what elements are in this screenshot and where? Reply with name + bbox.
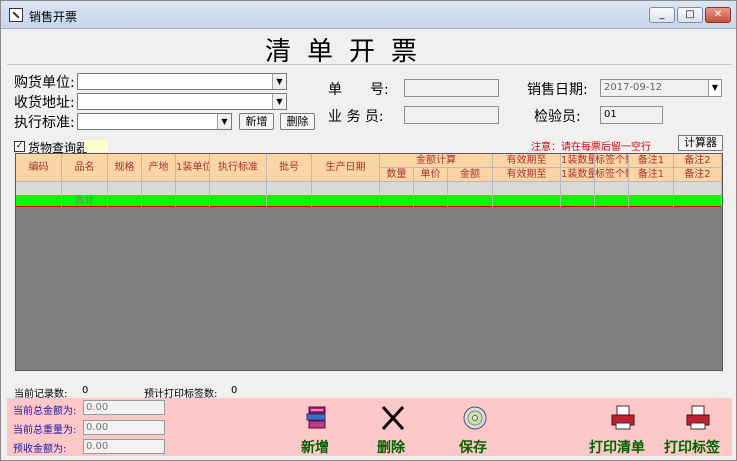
col-header-pack-qty-top: 1装数量 [561,154,595,168]
col-header-amount-group: 金额计算 [380,154,493,168]
goods-query-checkbox[interactable]: ✓ [14,141,25,152]
sales-invoice-window: 销售开票 _ □ ✕ 清单开票 购货单位: ▼ 收货地址: ▼ 执行标准: ▼ … [0,0,737,461]
col-header-amount[interactable]: 金额 [448,168,493,182]
col-header-remark1-top: 备注1 [629,154,674,168]
inspector-field[interactable]: 01 [600,106,663,124]
chevron-down-icon[interactable]: ▼ [217,114,231,129]
record-count-value: 0 [82,385,89,396]
add-standard-button[interactable]: 新增 [239,113,274,130]
col-header-prod-date[interactable]: 生产日期 [312,154,380,182]
print-list-label: 打印清单 [589,440,645,456]
total-weight-label: 当前总重量为: [13,425,77,436]
app-icon [9,8,23,22]
print-list-button[interactable]: 打印清单 [587,405,659,456]
chevron-down-icon[interactable]: ▼ [272,94,286,109]
window-title: 销售开票 [29,10,78,24]
print-label-button[interactable]: 打印标签 [662,405,734,456]
address-label: 收货地址: [14,95,75,111]
col-header-qty[interactable]: 数量 [380,168,414,182]
calculator-button[interactable]: 计算器 [678,135,723,151]
bottom-panel: 当前总金额为: 0.00 当前总重量为: 0.00 预收金额为: 0.00 新增… [7,398,732,456]
col-header-sticker[interactable]: 标签个数 [595,168,629,182]
col-header-expiry-top: 有效期至 [493,154,561,168]
col-header-pack-unit[interactable]: 1装单位 [176,154,210,182]
total-label: 合计 [62,195,108,207]
delete-standard-button[interactable]: 删除 [280,113,315,130]
title-panel: 清单开票 [7,29,732,67]
save-label: 保存 [459,440,487,456]
doc-no-field[interactable] [404,79,499,97]
printer-icon [686,405,710,430]
total-amount-field[interactable]: 0.00 [83,400,165,415]
sale-date-value: 2017-09-12 [604,82,663,93]
delete-label: 删除 [377,440,405,456]
close-button[interactable]: ✕ [705,7,731,23]
total-amount-label: 当前总金额为: [13,406,77,417]
maximize-button[interactable]: □ [677,7,703,23]
buyer-label: 购货单位: [14,75,75,91]
add-button[interactable]: 新增 [297,405,337,456]
col-header-expiry[interactable]: 有效期至 [493,168,561,182]
table-row[interactable] [16,182,722,195]
col-header-price[interactable]: 单价 [414,168,448,182]
invoice-grid[interactable]: 编码 品名 规格 产地 1装单位 执行标准 批号 生产日期 金额计算 数量 单价… [15,153,723,371]
total-weight-field[interactable]: 0.00 [83,420,165,435]
delete-button[interactable]: 删除 [373,405,413,456]
col-header-name[interactable]: 品名 [62,154,108,182]
prepaid-field[interactable]: 0.00 [83,439,165,454]
col-header-remark2-top: 备注2 [674,154,722,168]
add-label: 新增 [301,440,329,456]
col-header-batch[interactable]: 批号 [267,154,312,182]
sale-date-field[interactable]: 2017-09-12 ▼ [600,79,722,97]
address-combo[interactable]: ▼ [77,93,287,110]
col-header-pack-qty[interactable]: 1装数量 [561,168,595,182]
books-icon [306,406,326,429]
label-count-value: 0 [231,385,238,396]
standard-label: 执行标准: [14,115,75,131]
col-header-spec[interactable]: 规格 [108,154,142,182]
prepaid-label: 预收金额为: [13,444,67,455]
doc-no-label: 单 号: [328,82,389,98]
col-header-sticker-top: 标签个数 [595,154,629,168]
col-header-origin[interactable]: 产地 [142,154,176,182]
close-icon [381,405,405,431]
printer-icon [611,405,635,430]
col-header-remark1[interactable]: 备注1 [629,168,674,182]
buyer-combo[interactable]: ▼ [77,73,287,90]
col-header-standard[interactable]: 执行标准 [210,154,267,182]
salesman-label: 业 务 员: [328,109,384,125]
col-header-code[interactable]: 编码 [16,154,62,182]
disc-icon [463,406,487,430]
save-button[interactable]: 保存 [455,405,495,456]
standard-combo[interactable]: ▼ [77,113,232,130]
notice-text: 注意：请在每票后留一空行 [531,142,651,153]
inspector-label: 检验员: [534,109,581,125]
minimize-button[interactable]: _ [649,7,675,23]
col-header-remark2[interactable]: 备注2 [674,168,722,182]
chevron-down-icon[interactable]: ▼ [708,80,721,96]
goods-query-field[interactable] [84,140,108,152]
salesman-field[interactable] [404,106,499,124]
print-label-label: 打印标签 [664,440,720,456]
total-row[interactable]: 合计 [16,195,722,207]
title-bar: 销售开票 _ □ ✕ [1,1,736,29]
sale-date-label: 销售日期: [527,82,588,98]
page-title: 清单开票 [265,37,434,67]
chevron-down-icon[interactable]: ▼ [272,74,286,89]
